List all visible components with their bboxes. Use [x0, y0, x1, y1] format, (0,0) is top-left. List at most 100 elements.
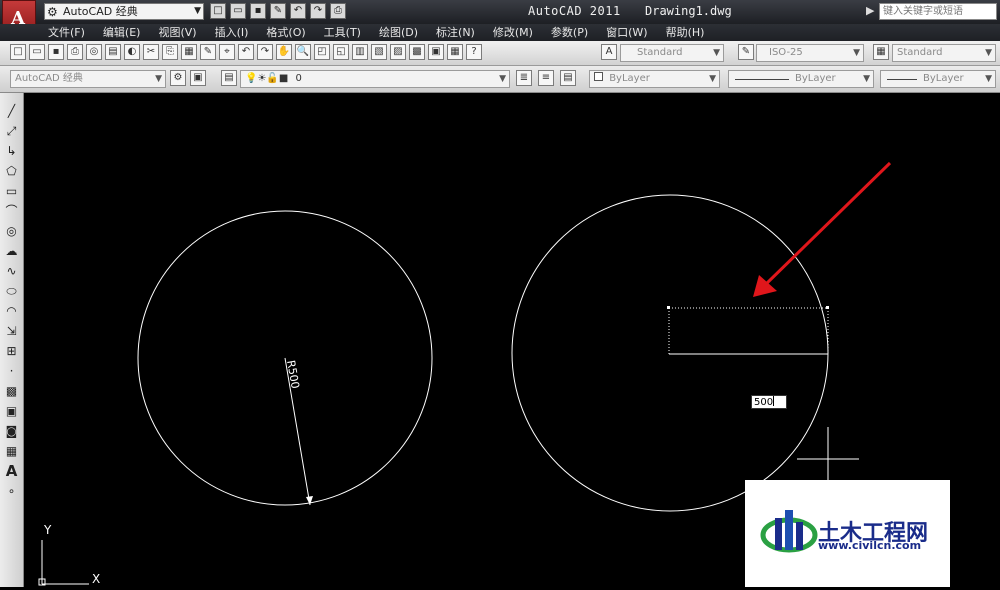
help-search-input[interactable]: 键入关键字或短语 [879, 3, 997, 20]
menu-file[interactable]: 文件(F) [48, 24, 85, 41]
zoom-realtime-icon[interactable]: 🔍 [295, 44, 311, 60]
menu-dimension[interactable]: 标注(N) [436, 24, 475, 41]
chevron-down-icon: ▼ [985, 74, 992, 84]
zoom-window-icon[interactable]: ◰ [314, 44, 330, 60]
color-select[interactable]: ByLayer ▼ [589, 70, 720, 88]
quick-access-toolbar: □ ▭ ▪ ✎ ↶ ↷ ⎙ [210, 3, 346, 21]
dynamic-input-field[interactable]: 500 [751, 395, 787, 409]
match-properties-icon[interactable]: ✎ [200, 44, 216, 60]
gradient-icon[interactable]: ▣ [3, 403, 20, 420]
open-icon[interactable]: ▭ [230, 3, 246, 19]
menu-insert[interactable]: 插入(I) [215, 24, 249, 41]
layer-state-icon[interactable]: ▤ [560, 70, 576, 86]
zoom-previous-icon[interactable]: ◱ [333, 44, 349, 60]
app-title: AutoCAD 2011 [528, 4, 621, 18]
chevron-down-icon: ▼ [155, 74, 162, 84]
polygon-icon[interactable]: ⬠ [3, 163, 20, 180]
menu-help[interactable]: 帮助(H) [666, 24, 705, 41]
layer-manager-icon[interactable]: ▤ [221, 70, 237, 86]
sheet-set-icon[interactable]: ▩ [409, 44, 425, 60]
expand-arrow-icon[interactable]: ▶ [866, 4, 874, 17]
chevron-down-icon: ▼ [194, 6, 201, 16]
menu-tools[interactable]: 工具(T) [324, 24, 361, 41]
new-icon[interactable]: □ [10, 44, 26, 60]
layer-previous-icon[interactable]: ≡ [538, 70, 554, 86]
redo-icon[interactable]: ↷ [257, 44, 273, 60]
menu-bar: 文件(F) 编辑(E) 视图(V) 插入(I) 格式(O) 工具(T) 绘图(D… [0, 24, 1000, 41]
color-swatch-icon [594, 72, 603, 81]
chevron-down-icon: ▼ [713, 48, 720, 58]
new-icon[interactable]: □ [210, 3, 226, 19]
lineweight-select[interactable]: ByLayer ▼ [880, 70, 996, 88]
properties-icon[interactable]: ▥ [352, 44, 368, 60]
circle-icon[interactable]: ◎ [3, 223, 20, 240]
region-icon[interactable]: ◙ [3, 423, 20, 440]
line-sample [735, 79, 789, 80]
text-caret [773, 396, 775, 406]
workspace-settings-icon[interactable]: ⚙ [170, 70, 186, 86]
make-current-icon[interactable]: ≣ [516, 70, 532, 86]
design-center-icon[interactable]: ▧ [371, 44, 387, 60]
add-selected-icon[interactable]: ∘ [3, 483, 20, 500]
menu-draw[interactable]: 绘图(D) [379, 24, 418, 41]
ellipse-icon[interactable]: ⬭ [3, 283, 20, 300]
block-editor-icon[interactable]: ⌖ [219, 44, 235, 60]
open-icon[interactable]: ▭ [29, 44, 45, 60]
publish-icon[interactable]: ▤ [105, 44, 121, 60]
save-icon[interactable]: ▪ [48, 44, 64, 60]
hatch-icon[interactable]: ▩ [3, 383, 20, 400]
dim-style-select[interactable]: ISO-25 ▼ [756, 44, 864, 62]
multiline-text-icon[interactable]: A [3, 463, 20, 480]
undo-icon[interactable]: ↶ [290, 3, 306, 19]
save-icon[interactable]: ▪ [250, 3, 266, 19]
tool-palettes-icon[interactable]: ▨ [390, 44, 406, 60]
revcloud-icon[interactable]: ☁ [3, 243, 20, 260]
menu-format[interactable]: 格式(O) [266, 24, 305, 41]
markup-icon[interactable]: ▣ [428, 44, 444, 60]
construction-line-icon[interactable]: ⤢ [3, 123, 20, 140]
copy-icon[interactable]: ⎘ [162, 44, 178, 60]
preview-icon[interactable]: ◎ [86, 44, 102, 60]
layer-select[interactable]: 💡☀🔓■ 0 ▼ [240, 70, 510, 88]
menu-modify[interactable]: 修改(M) [493, 24, 533, 41]
menu-window[interactable]: 窗口(W) [606, 24, 647, 41]
workspace-switcher[interactable]: ⚙ AutoCAD 经典 ▼ [44, 3, 204, 20]
help-icon[interactable]: ? [466, 44, 482, 60]
table-style-select[interactable]: Standard ▼ [892, 44, 996, 62]
text-style-icon[interactable]: A [601, 44, 617, 60]
document-title: Drawing1.dwg [645, 4, 732, 18]
cut-icon[interactable]: ✂ [143, 44, 159, 60]
dim-style-icon[interactable]: ✎ [738, 44, 754, 60]
linetype-select[interactable]: ByLayer ▼ [728, 70, 874, 88]
menu-edit[interactable]: 编辑(E) [103, 24, 141, 41]
line-icon[interactable]: ╱ [3, 103, 20, 120]
logo-bar-2 [785, 510, 793, 550]
3d-dwf-icon[interactable]: ◐ [124, 44, 140, 60]
paste-icon[interactable]: ▦ [181, 44, 197, 60]
insert-block-icon[interactable]: ⇲ [3, 323, 20, 340]
undo-icon[interactable]: ↶ [238, 44, 254, 60]
plot-icon[interactable]: ⎙ [67, 44, 83, 60]
point-icon[interactable]: · [3, 363, 20, 380]
workspace-value: AutoCAD 经典 [15, 73, 83, 84]
rectangle-icon[interactable]: ▭ [3, 183, 20, 200]
table-icon[interactable]: ▦ [3, 443, 20, 460]
dyn-grip-right [826, 306, 829, 309]
arc-icon[interactable]: ⌒ [3, 203, 20, 220]
calculator-icon[interactable]: ▦ [447, 44, 463, 60]
table-style-icon[interactable]: ▦ [873, 44, 889, 60]
spline-icon[interactable]: ∿ [3, 263, 20, 280]
ellipse-arc-icon[interactable]: ◠ [3, 303, 20, 320]
menu-view[interactable]: 视图(V) [158, 24, 196, 41]
make-block-icon[interactable]: ⊞ [3, 343, 20, 360]
pan-icon[interactable]: ✋ [276, 44, 292, 60]
saveas-icon[interactable]: ✎ [270, 3, 286, 19]
redo-icon[interactable]: ↷ [310, 3, 326, 19]
circle-right[interactable] [511, 194, 829, 512]
text-style-select[interactable]: Standard ▼ [620, 44, 724, 62]
plot-icon[interactable]: ⎙ [330, 3, 346, 19]
menu-parameters[interactable]: 参数(P) [551, 24, 588, 41]
polyline-icon[interactable]: ↳ [3, 143, 20, 160]
workspace-select[interactable]: AutoCAD 经典 ▼ [10, 70, 166, 88]
clean-screen-icon[interactable]: ▣ [190, 70, 206, 86]
